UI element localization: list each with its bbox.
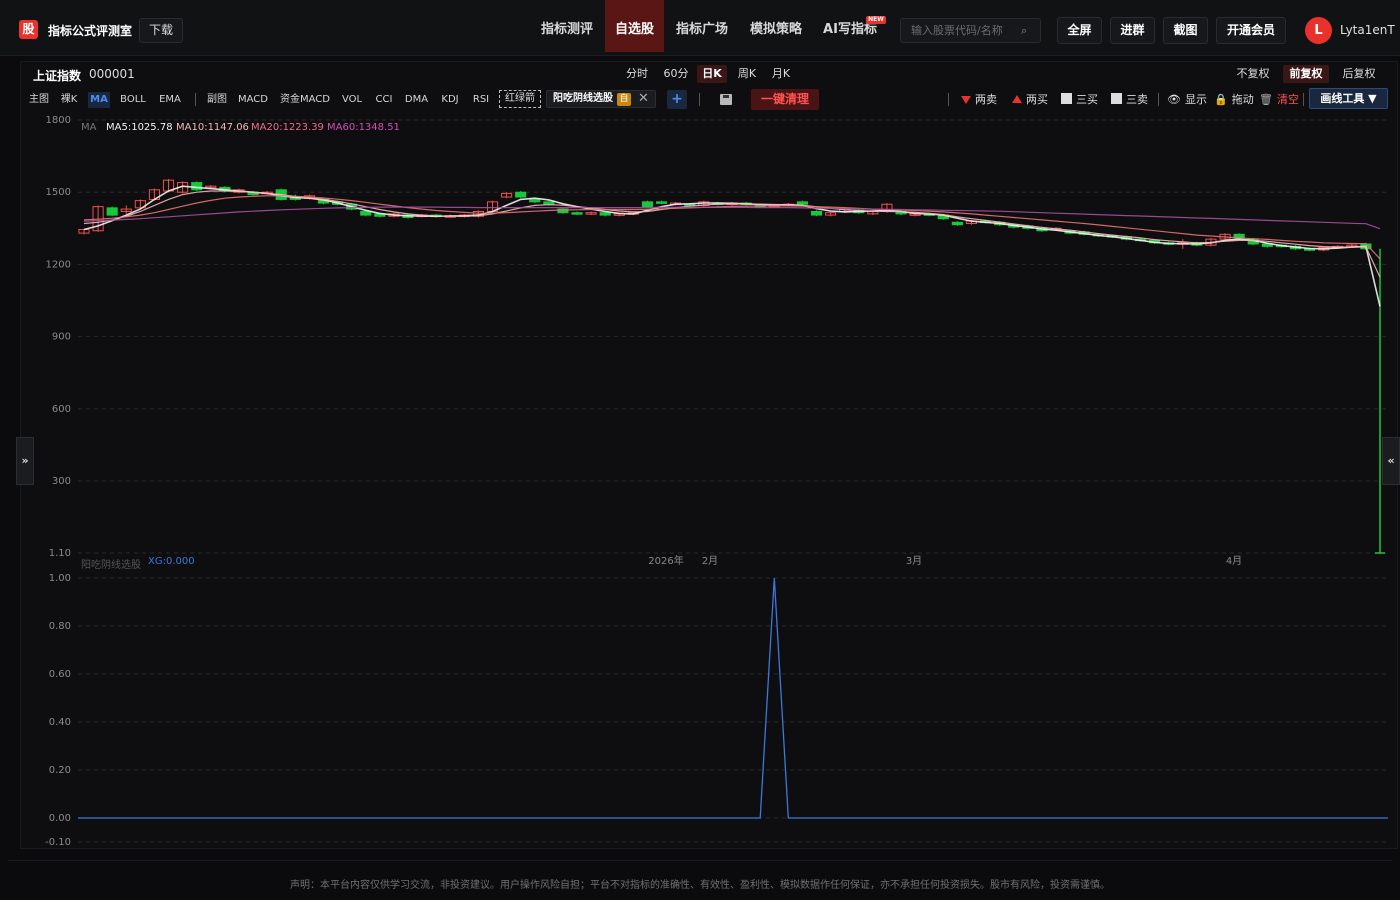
y-tick-label: 300 xyxy=(52,476,71,487)
sub-y-tick-label: 1.00 xyxy=(49,573,71,584)
candle-body xyxy=(571,212,583,215)
candle-body xyxy=(360,210,372,216)
y-tick-label: 1200 xyxy=(46,259,71,270)
x-axis-label: 2026年 xyxy=(648,554,683,567)
ma60-line xyxy=(83,206,1381,230)
disclaimer: 声明：本平台内容仅供学习交流，非投资建议。用户操作风险自担；平台不对指标的准确性… xyxy=(290,880,1110,891)
candle-body xyxy=(796,201,809,205)
x-axis-label: 2月 xyxy=(702,555,718,567)
xg-signal-line xyxy=(78,577,1388,819)
x-axis-label: 4月 xyxy=(1226,555,1242,567)
candle-body xyxy=(529,198,541,203)
y-tick-label: 1800 xyxy=(46,115,71,126)
candle-body xyxy=(543,201,555,205)
sub-y-tick-label: 0.40 xyxy=(49,717,71,728)
right-panel-toggle[interactable]: « xyxy=(1382,437,1400,485)
candle-body xyxy=(599,212,611,216)
sub-y-tick-label: 0.20 xyxy=(49,765,71,776)
y-tick-label: 1.10 xyxy=(49,548,71,559)
x-axis-label: 3月 xyxy=(906,555,922,567)
candle-body xyxy=(641,201,654,208)
candle-body xyxy=(191,182,203,191)
candlestick-chart[interactable]: 1800 1500 1200 900 600 300 1.10 2026年 2月 3月 4月 1.00… xyxy=(0,0,1400,900)
left-panel-toggle[interactable]: » xyxy=(16,437,34,485)
sub-y-tick-label: 0.00 xyxy=(49,813,71,824)
y-tick-label: 900 xyxy=(52,332,71,343)
footer-divider xyxy=(8,860,1392,861)
sub-y-tick-label: -0.10 xyxy=(45,837,71,848)
candle-body xyxy=(106,207,118,216)
y-tick-label: 1500 xyxy=(46,187,71,198)
y-tick-label: 600 xyxy=(52,404,71,415)
candle-body xyxy=(515,191,527,198)
candle-body xyxy=(951,221,963,226)
sub-y-tick-label: 0.80 xyxy=(49,621,71,632)
sub-y-tick-label: 0.60 xyxy=(49,669,71,680)
candle-body xyxy=(810,210,823,216)
candle-body xyxy=(655,201,668,204)
